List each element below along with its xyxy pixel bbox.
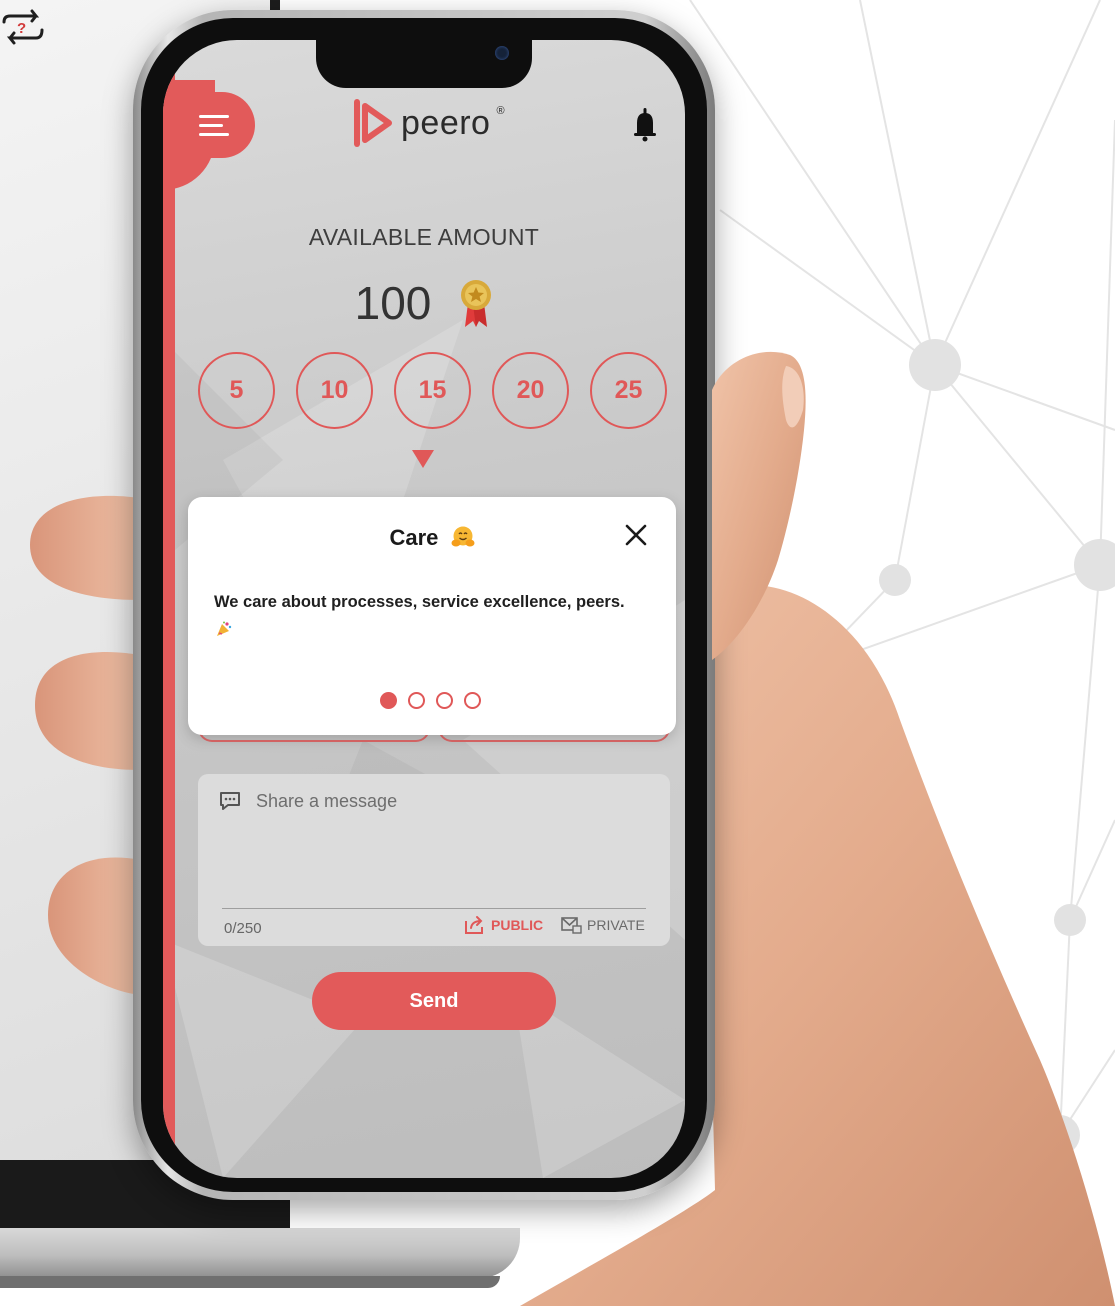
message-input[interactable] — [256, 784, 636, 818]
chat-bubble-icon — [220, 792, 240, 810]
side-accent-strip — [163, 40, 175, 1178]
amount-option-20[interactable]: 20 — [492, 352, 569, 429]
popup-title: Care — [188, 525, 676, 551]
brand-logo: peero ® — [353, 98, 505, 148]
popup-description: We care about processes, service excelle… — [214, 589, 634, 641]
pagination-dot-2[interactable] — [408, 692, 425, 709]
app-screen: peero ® AVAILABLE AMOUNT 100 5 10 15 20 … — [163, 40, 685, 1178]
brand-name: peero — [401, 103, 491, 142]
visibility-public-toggle[interactable]: PUBLIC — [464, 915, 543, 935]
popup-description-text: We care about processes, service excelle… — [214, 593, 625, 611]
medal-icon — [461, 280, 492, 327]
balance-row: 100 — [163, 276, 685, 330]
private-mail-icon — [561, 917, 582, 934]
front-camera — [495, 46, 509, 60]
pagination-dot-3[interactable] — [436, 692, 453, 709]
popup-title-text: Care — [389, 525, 439, 550]
send-button[interactable]: Send — [312, 972, 556, 1030]
message-divider — [222, 908, 646, 909]
amount-option-25[interactable]: 25 — [590, 352, 667, 429]
value-popup: Care We care about processes, service ex… — [188, 497, 676, 735]
message-box: 0/250 PUBLIC PRIVATE — [198, 774, 670, 946]
hugging-face-emoji-icon — [451, 526, 475, 547]
visibility-public-label: PUBLIC — [491, 917, 544, 933]
popup-pointer-arrow-icon — [412, 450, 434, 468]
amount-options: 5 10 15 20 25 — [198, 352, 667, 429]
bell-icon[interactable] — [633, 108, 657, 142]
amount-option-15[interactable]: 15 — [394, 352, 471, 429]
pagination-dot-1[interactable] — [380, 692, 397, 709]
character-count: 0/250 — [224, 920, 262, 937]
party-emoji-icon — [217, 621, 232, 636]
close-icon[interactable] — [624, 523, 648, 547]
brand-registered-mark: ® — [496, 105, 505, 117]
amount-option-10[interactable]: 10 — [296, 352, 373, 429]
available-amount-value: 100 — [354, 277, 432, 329]
share-icon — [465, 916, 483, 934]
menu-button[interactable] — [173, 92, 255, 158]
visibility-private-label: PRIVATE — [587, 917, 645, 933]
peero-logo-icon — [354, 99, 392, 147]
visibility-private-toggle[interactable]: PRIVATE — [560, 915, 645, 935]
available-amount-label: AVAILABLE AMOUNT — [308, 224, 540, 250]
amount-option-5[interactable]: 5 — [198, 352, 275, 429]
popup-pagination — [380, 692, 481, 709]
pagination-dot-4[interactable] — [464, 692, 481, 709]
hamburger-menu-icon — [199, 114, 229, 118]
